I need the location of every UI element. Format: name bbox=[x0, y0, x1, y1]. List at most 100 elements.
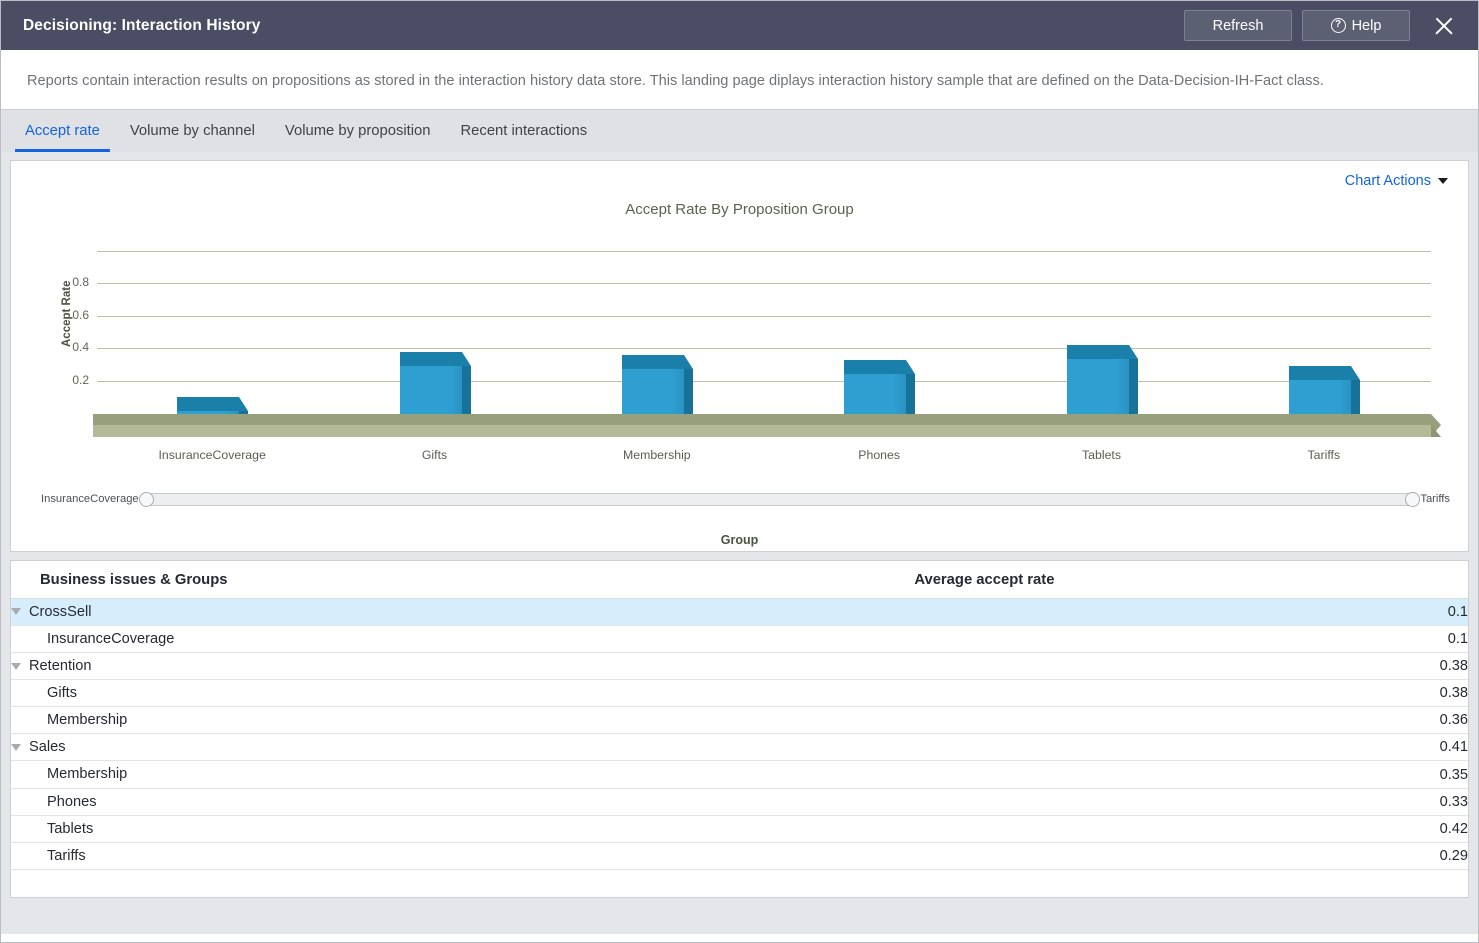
summary-table: Business issues & Groups Average accept … bbox=[11, 560, 1468, 871]
table-row[interactable]: CrossSell 0.1 bbox=[11, 598, 1468, 626]
bar-side-face bbox=[906, 373, 916, 414]
range-right-label: Tariffs bbox=[1420, 493, 1450, 506]
x-axis-tick-label: Membership bbox=[622, 447, 691, 462]
bar-membership[interactable] bbox=[621, 354, 693, 414]
cell-business-issue-group: Tablets bbox=[11, 815, 915, 843]
table-row[interactable]: Sales 0.41 bbox=[11, 733, 1468, 762]
close-icon[interactable] bbox=[1424, 6, 1464, 46]
cell-average-accept-rate: 0.38 bbox=[914, 652, 1468, 681]
range-track[interactable] bbox=[138, 491, 1421, 507]
column-header-average-accept-rate[interactable]: Average accept rate bbox=[914, 560, 1468, 599]
bar-insurancecoverage[interactable] bbox=[177, 397, 249, 414]
bar-corner-bevel bbox=[239, 397, 249, 412]
cell-business-issue-group: Tariffs bbox=[11, 842, 915, 871]
row-label: Gifts bbox=[47, 685, 77, 702]
chart-actions-menu[interactable]: Chart Actions bbox=[1345, 173, 1448, 189]
help-button-label: Help bbox=[1351, 17, 1382, 34]
collapse-triangle-icon[interactable] bbox=[11, 743, 21, 751]
tab-volume-by-proposition[interactable]: Volume by proposition bbox=[270, 110, 446, 152]
table-header-row: Business issues & Groups Average accept … bbox=[11, 560, 1468, 599]
cell-average-accept-rate: 0.36 bbox=[914, 706, 1468, 735]
bar-phones[interactable] bbox=[844, 359, 916, 414]
row-label: CrossSell bbox=[29, 603, 92, 620]
chart-range-slider[interactable]: InsuranceCoverage Tariffs bbox=[11, 491, 1468, 507]
window-title: Decisioning: Interaction History bbox=[23, 16, 261, 34]
chart-title: Accept Rate By Proposition Group bbox=[625, 200, 854, 218]
bar-tariffs[interactable] bbox=[1288, 366, 1360, 414]
bar-front-face bbox=[1288, 380, 1351, 414]
bar-front-face bbox=[621, 368, 684, 414]
bar-tablets[interactable] bbox=[1066, 345, 1138, 414]
x-axis-tick-label: Tariffs bbox=[1307, 447, 1341, 462]
bar-top-face bbox=[844, 359, 907, 374]
table-row[interactable]: Retention 0.38 bbox=[11, 652, 1468, 681]
bar-chart-plot: Accept Rate 0.2 0.4 0.6 0.8 InsuranceCoverag… bbox=[11, 221, 1468, 501]
range-handle-right[interactable] bbox=[1405, 491, 1421, 507]
tab-volume-by-channel[interactable]: Volume by channel bbox=[115, 110, 270, 152]
row-label: Membership bbox=[47, 712, 128, 729]
bar-corner-bevel bbox=[1350, 366, 1360, 381]
cell-business-issue-group: Gifts bbox=[11, 679, 915, 708]
refresh-button[interactable]: Refresh bbox=[1184, 10, 1292, 41]
cell-average-accept-rate: 0.1 bbox=[914, 625, 1468, 653]
bar-side-face bbox=[239, 411, 249, 414]
cell-business-issue-group: Membership bbox=[11, 760, 915, 789]
table-row[interactable]: Membership 0.35 bbox=[11, 760, 1468, 789]
bar-gifts[interactable] bbox=[399, 351, 471, 414]
x-axis-tick-label: Phones bbox=[858, 447, 901, 462]
row-label: Phones bbox=[47, 793, 97, 810]
cell-average-accept-rate: 0.1 bbox=[914, 598, 1468, 626]
content-area: Chart Actions Accept Rate By Proposition… bbox=[1, 151, 1478, 934]
row-label: Membership bbox=[47, 766, 128, 783]
table-row[interactable]: Gifts 0.38 bbox=[11, 679, 1468, 708]
cell-average-accept-rate: 0.42 bbox=[914, 815, 1468, 843]
bar-corner-bevel bbox=[906, 359, 916, 374]
bar-side-face bbox=[683, 368, 693, 414]
table-row[interactable]: InsuranceCoverage 0.1 bbox=[11, 625, 1468, 653]
column-header-business-issues[interactable]: Business issues & Groups bbox=[11, 560, 915, 599]
chart-floor bbox=[93, 424, 1431, 437]
bar-corner-bevel bbox=[1128, 345, 1138, 360]
bar-front-face bbox=[399, 365, 462, 414]
x-axis-tick-label: Gifts bbox=[421, 447, 448, 462]
bar-top-face bbox=[1288, 366, 1351, 381]
bar-side-face bbox=[1350, 380, 1360, 414]
refresh-button-label: Refresh bbox=[1212, 17, 1264, 34]
collapse-triangle-icon[interactable] bbox=[11, 608, 21, 616]
chart-floor bbox=[93, 413, 1431, 425]
help-button[interactable]: ? Help bbox=[1302, 10, 1410, 41]
bar-corner-bevel bbox=[461, 351, 471, 366]
x-axis-title: Group bbox=[720, 532, 759, 547]
x-axis-tick-label: Tablets bbox=[1082, 447, 1121, 462]
collapse-triangle-icon[interactable] bbox=[11, 662, 21, 670]
table-row[interactable]: Membership 0.36 bbox=[11, 706, 1468, 735]
tab-label: Accept rate bbox=[25, 122, 100, 139]
page-description: Reports contain interaction results on p… bbox=[1, 50, 1441, 109]
table-row[interactable]: Tariffs 0.29 bbox=[11, 842, 1468, 871]
cell-business-issue-group: Phones bbox=[11, 788, 915, 816]
gridline bbox=[97, 250, 1431, 252]
question-mark-icon: ? bbox=[1330, 18, 1346, 33]
cell-business-issue-group: CrossSell bbox=[11, 598, 915, 626]
bar-top-face bbox=[399, 351, 462, 366]
gridline bbox=[97, 283, 1431, 285]
bar-front-face bbox=[177, 411, 240, 414]
tab-accept-rate[interactable]: Accept rate bbox=[10, 110, 115, 152]
table-body: CrossSell 0.1 InsuranceCoverage 0.1 Retentio… bbox=[11, 598, 1468, 871]
bar-top-face bbox=[177, 397, 240, 412]
row-label: Sales bbox=[29, 739, 66, 756]
range-handle-left[interactable] bbox=[138, 491, 154, 507]
tab-recent-interactions[interactable]: Recent interactions bbox=[446, 110, 603, 152]
cell-average-accept-rate: 0.41 bbox=[914, 733, 1468, 762]
chevron-down-icon bbox=[1438, 177, 1448, 184]
bar-front-face bbox=[1066, 359, 1129, 414]
bar-top-face bbox=[1066, 345, 1129, 360]
cell-average-accept-rate: 0.35 bbox=[914, 760, 1468, 789]
gridline bbox=[97, 381, 1431, 382]
x-axis-tick-label: InsuranceCoverage bbox=[158, 447, 266, 462]
table-row[interactable]: Phones 0.33 bbox=[11, 788, 1468, 816]
y-axis-tick-label: 0.6 bbox=[72, 307, 89, 322]
table-row[interactable]: Tablets 0.42 bbox=[11, 815, 1468, 843]
cell-business-issue-group: InsuranceCoverage bbox=[11, 625, 915, 653]
y-axis-tick-label: 0.2 bbox=[72, 373, 89, 387]
